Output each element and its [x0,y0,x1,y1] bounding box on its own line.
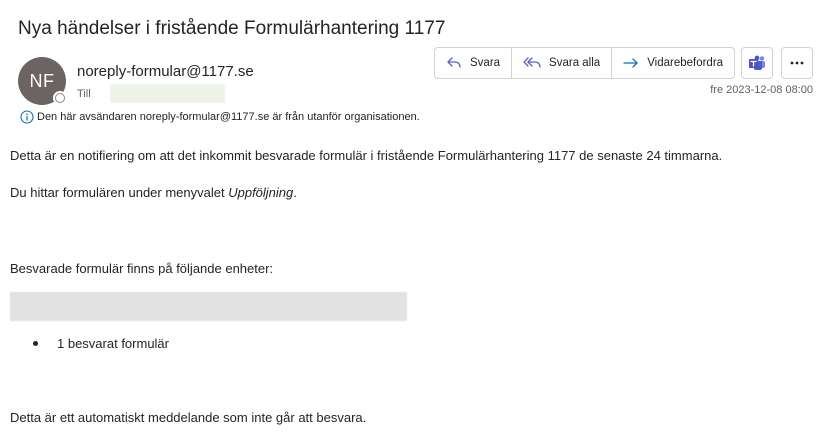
redacted-unit-name [10,292,407,321]
reply-all-button[interactable]: Svara alla [512,48,613,78]
menu-text-prefix: Du hittar formulären under menyvalet [10,185,229,200]
reply-icon [447,57,461,68]
body-paragraph-notification: Detta är en notifiering om att det inkom… [10,148,723,163]
body-paragraph-automatic: Detta är ett automatiskt meddelande som … [10,410,367,425]
avatar-initials: NF [29,70,55,91]
menu-text-suffix: . [293,185,297,200]
info-icon [20,110,34,124]
reply-label: Svara [470,57,501,69]
presence-status-icon [53,91,67,105]
recipient-row: Till [77,84,225,103]
more-options-button[interactable] [781,47,813,79]
email-subject: Nya händelser i fristående Formulärhante… [18,18,446,39]
sent-date: fre 2023-12-08 08:00 [710,84,813,96]
external-notice-text: Den här avsändaren noreply-formular@1177… [37,111,420,123]
menu-name-italic: Uppföljning [228,185,294,200]
to-label: Till [77,87,91,100]
list-item: 1 besvarat formulär [33,336,169,351]
external-sender-notice: Den här avsändaren noreply-formular@1177… [20,110,420,124]
reply-all-label: Svara alla [549,57,601,69]
message-actions-group: Svara Svara alla Vidarebefordra [434,47,736,79]
bullet-dot [33,341,38,346]
recipient-redacted [109,84,225,103]
list-item-text: 1 besvarat formulär [57,336,169,351]
forward-button[interactable]: Vidarebefordra [612,48,734,78]
forward-label: Vidarebefordra [647,57,724,69]
reply-button[interactable]: Svara [435,48,513,78]
more-icon [790,61,804,65]
forward-icon [623,58,638,68]
teams-icon [749,55,765,70]
body-paragraph-units: Besvarade formulär finns på följande enh… [10,261,274,276]
reply-all-icon [523,57,541,68]
sender-email[interactable]: noreply-formular@1177.se [77,63,254,80]
teams-button[interactable] [741,47,773,79]
body-paragraph-menu: Du hittar formulären under menyvalet Upp… [10,185,297,200]
